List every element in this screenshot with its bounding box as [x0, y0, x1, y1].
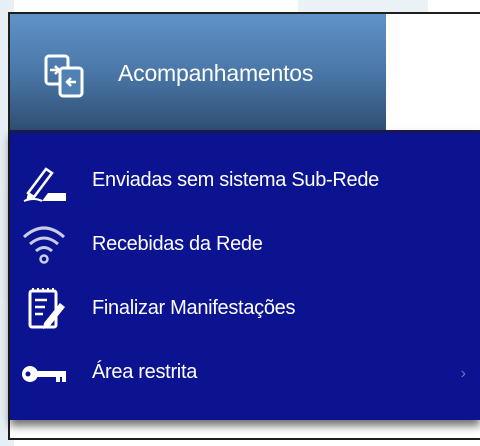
menu-item-label: Recebidas da Rede — [92, 233, 263, 255]
menu-item-enviadas[interactable]: Enviadas sem sistema Sub-Rede — [10, 151, 480, 213]
menu-item-area-restrita[interactable]: Área restrita › — [10, 343, 480, 405]
menu-item-finalizar[interactable]: Finalizar Manifestações — [10, 279, 480, 341]
submenu-list: Enviadas sem sistema Sub-Rede Recebidas … — [10, 130, 480, 420]
document-edit-icon — [18, 285, 70, 335]
menu-header-title: Acompanhamentos — [118, 60, 314, 86]
menu-item-label: Área restrita — [92, 361, 198, 383]
dropdown-panel: Acompanhamentos Enviadas sem sistema Sub… — [8, 12, 480, 440]
chevron-right-icon: › — [460, 365, 466, 382]
menu-item-label: Finalizar Manifestações — [92, 297, 296, 319]
menu-header-acompanhamentos[interactable]: Acompanhamentos — [10, 14, 386, 130]
documents-exchange-icon — [40, 52, 90, 102]
key-icon — [18, 349, 70, 399]
wifi-signal-icon — [18, 221, 70, 271]
menu-item-recebidas[interactable]: Recebidas da Rede — [10, 215, 480, 277]
signature-pen-icon — [18, 157, 70, 207]
menu-item-label: Enviadas sem sistema Sub-Rede — [92, 169, 379, 191]
